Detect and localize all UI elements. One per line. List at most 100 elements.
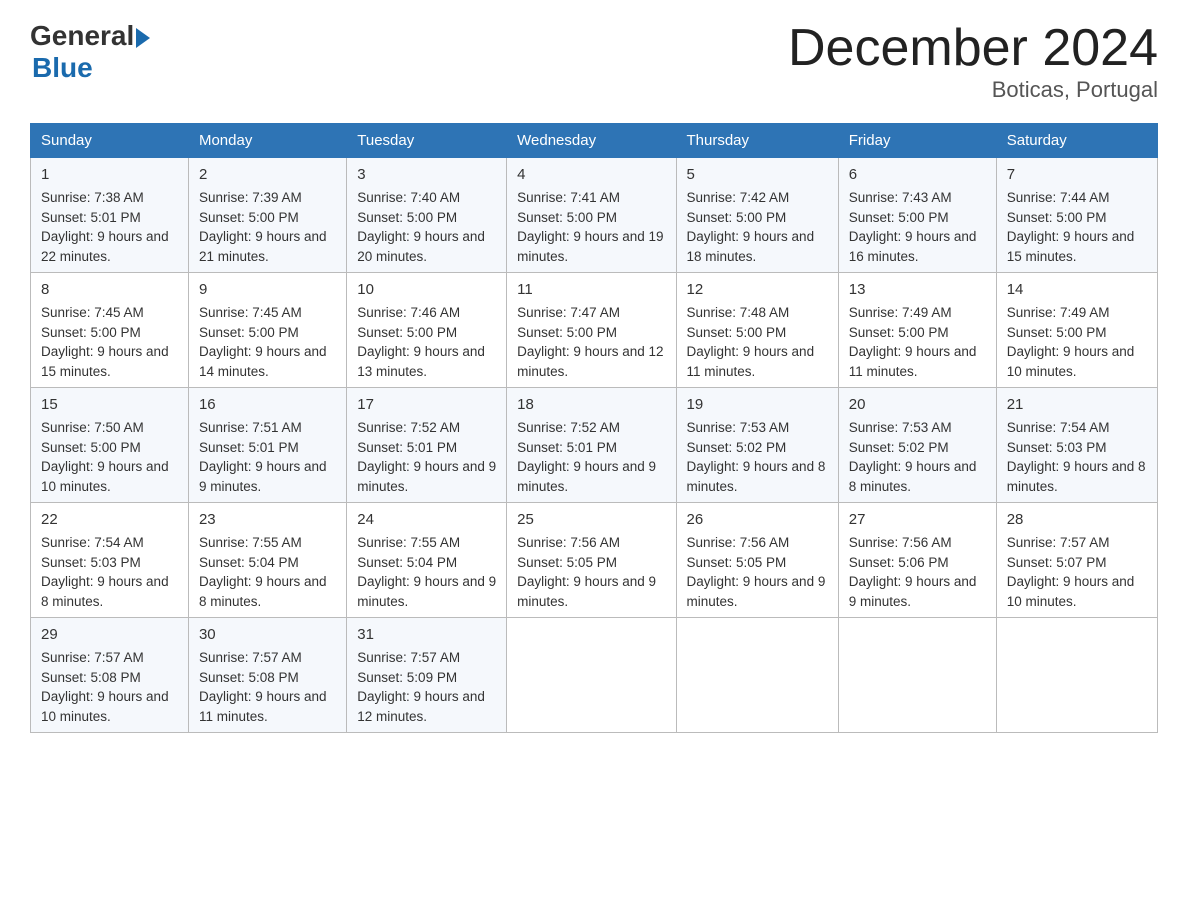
daylight-text: Daylight: 9 hours and 10 minutes. bbox=[1007, 344, 1135, 379]
calendar-cell bbox=[996, 618, 1157, 733]
daylight-text: Daylight: 9 hours and 8 minutes. bbox=[199, 574, 327, 609]
daylight-text: Daylight: 9 hours and 9 minutes. bbox=[517, 459, 656, 494]
calendar-cell: 9Sunrise: 7:45 AMSunset: 5:00 PMDaylight… bbox=[188, 273, 346, 388]
calendar-cell: 7Sunrise: 7:44 AMSunset: 5:00 PMDaylight… bbox=[996, 158, 1157, 273]
day-number: 24 bbox=[357, 509, 496, 531]
sunrise-text: Sunrise: 7:55 AM bbox=[357, 535, 460, 550]
daylight-text: Daylight: 9 hours and 12 minutes. bbox=[517, 344, 663, 379]
day-number: 26 bbox=[687, 509, 828, 531]
calendar-title: December 2024 bbox=[788, 20, 1158, 77]
day-number: 10 bbox=[357, 279, 496, 301]
sunrise-text: Sunrise: 7:56 AM bbox=[687, 535, 790, 550]
sunrise-text: Sunrise: 7:57 AM bbox=[41, 650, 144, 665]
sunset-text: Sunset: 5:00 PM bbox=[357, 325, 457, 340]
day-number: 13 bbox=[849, 279, 986, 301]
daylight-text: Daylight: 9 hours and 11 minutes. bbox=[199, 689, 327, 724]
col-saturday: Saturday bbox=[996, 124, 1157, 158]
sunset-text: Sunset: 5:05 PM bbox=[687, 555, 787, 570]
day-number: 11 bbox=[517, 279, 665, 301]
col-thursday: Thursday bbox=[676, 124, 838, 158]
header-row: Sunday Monday Tuesday Wednesday Thursday… bbox=[31, 124, 1158, 158]
sunset-text: Sunset: 5:00 PM bbox=[517, 325, 617, 340]
sunset-text: Sunset: 5:01 PM bbox=[199, 440, 299, 455]
sunrise-text: Sunrise: 7:53 AM bbox=[687, 420, 790, 435]
calendar-cell: 16Sunrise: 7:51 AMSunset: 5:01 PMDayligh… bbox=[188, 388, 346, 503]
sunset-text: Sunset: 5:03 PM bbox=[41, 555, 141, 570]
col-sunday: Sunday bbox=[31, 124, 189, 158]
daylight-text: Daylight: 9 hours and 16 minutes. bbox=[849, 229, 977, 264]
sunrise-text: Sunrise: 7:55 AM bbox=[199, 535, 302, 550]
sunrise-text: Sunrise: 7:57 AM bbox=[199, 650, 302, 665]
title-section: December 2024 Boticas, Portugal bbox=[788, 20, 1158, 103]
daylight-text: Daylight: 9 hours and 12 minutes. bbox=[357, 689, 485, 724]
calendar-cell bbox=[507, 618, 676, 733]
calendar-row-3: 15Sunrise: 7:50 AMSunset: 5:00 PMDayligh… bbox=[31, 388, 1158, 503]
day-number: 7 bbox=[1007, 164, 1147, 186]
daylight-text: Daylight: 9 hours and 8 minutes. bbox=[41, 574, 169, 609]
daylight-text: Daylight: 9 hours and 15 minutes. bbox=[1007, 229, 1135, 264]
day-number: 28 bbox=[1007, 509, 1147, 531]
daylight-text: Daylight: 9 hours and 8 minutes. bbox=[1007, 459, 1146, 494]
calendar-cell: 20Sunrise: 7:53 AMSunset: 5:02 PMDayligh… bbox=[838, 388, 996, 503]
sunrise-text: Sunrise: 7:57 AM bbox=[1007, 535, 1110, 550]
calendar-subtitle: Boticas, Portugal bbox=[788, 77, 1158, 103]
sunset-text: Sunset: 5:00 PM bbox=[199, 210, 299, 225]
day-number: 9 bbox=[199, 279, 336, 301]
sunrise-text: Sunrise: 7:53 AM bbox=[849, 420, 952, 435]
day-number: 15 bbox=[41, 394, 178, 416]
calendar-cell: 23Sunrise: 7:55 AMSunset: 5:04 PMDayligh… bbox=[188, 503, 346, 618]
calendar-cell: 25Sunrise: 7:56 AMSunset: 5:05 PMDayligh… bbox=[507, 503, 676, 618]
day-number: 8 bbox=[41, 279, 178, 301]
day-number: 19 bbox=[687, 394, 828, 416]
sunrise-text: Sunrise: 7:45 AM bbox=[199, 305, 302, 320]
daylight-text: Daylight: 9 hours and 21 minutes. bbox=[199, 229, 327, 264]
calendar-cell: 10 Sunrise: 7:46 AM Sunset: 5:00 PM Dayligh… bbox=[347, 273, 507, 388]
sunrise-text: Sunrise: 7:49 AM bbox=[1007, 305, 1110, 320]
calendar-cell: 21Sunrise: 7:54 AMSunset: 5:03 PMDayligh… bbox=[996, 388, 1157, 503]
sunset-text: Sunset: 5:00 PM bbox=[357, 210, 457, 225]
calendar-cell: 18Sunrise: 7:52 AMSunset: 5:01 PMDayligh… bbox=[507, 388, 676, 503]
calendar-cell: 6Sunrise: 7:43 AMSunset: 5:00 PMDaylight… bbox=[838, 158, 996, 273]
sunset-text: Sunset: 5:09 PM bbox=[357, 670, 457, 685]
calendar-cell: 12Sunrise: 7:48 AMSunset: 5:00 PMDayligh… bbox=[676, 273, 838, 388]
day-number: 3 bbox=[357, 164, 496, 186]
daylight-text: Daylight: 9 hours and 9 minutes. bbox=[357, 459, 496, 494]
day-number: 17 bbox=[357, 394, 496, 416]
daylight-text: Daylight: 9 hours and 11 minutes. bbox=[849, 344, 977, 379]
sunrise-text: Sunrise: 7:50 AM bbox=[41, 420, 144, 435]
calendar-row-4: 22Sunrise: 7:54 AMSunset: 5:03 PMDayligh… bbox=[31, 503, 1158, 618]
day-number: 25 bbox=[517, 509, 665, 531]
daylight-text: Daylight: 9 hours and 11 minutes. bbox=[687, 344, 815, 379]
calendar-header: Sunday Monday Tuesday Wednesday Thursday… bbox=[31, 124, 1158, 158]
calendar-cell: 13Sunrise: 7:49 AMSunset: 5:00 PMDayligh… bbox=[838, 273, 996, 388]
calendar-body: 1Sunrise: 7:38 AMSunset: 5:01 PMDaylight… bbox=[31, 158, 1158, 733]
sunrise-text: Sunrise: 7:46 AM bbox=[357, 305, 460, 320]
sunrise-text: Sunrise: 7:56 AM bbox=[849, 535, 952, 550]
daylight-text: Daylight: 9 hours and 9 minutes. bbox=[357, 574, 496, 609]
calendar-cell: 3Sunrise: 7:40 AMSunset: 5:00 PMDaylight… bbox=[347, 158, 507, 273]
daylight-text: Daylight: 9 hours and 22 minutes. bbox=[41, 229, 169, 264]
calendar-cell: 31Sunrise: 7:57 AMSunset: 5:09 PMDayligh… bbox=[347, 618, 507, 733]
calendar-cell bbox=[676, 618, 838, 733]
logo-arrow-icon bbox=[136, 28, 150, 48]
calendar-cell: 19Sunrise: 7:53 AMSunset: 5:02 PMDayligh… bbox=[676, 388, 838, 503]
daylight-text: Daylight: 9 hours and 20 minutes. bbox=[357, 229, 485, 264]
col-friday: Friday bbox=[838, 124, 996, 158]
sunset-text: Sunset: 5:00 PM bbox=[849, 210, 949, 225]
sunset-text: Sunset: 5:08 PM bbox=[199, 670, 299, 685]
sunset-text: Sunset: 5:07 PM bbox=[1007, 555, 1107, 570]
daylight-text: Daylight: 9 hours and 10 minutes. bbox=[41, 689, 169, 724]
sunset-text: Sunset: 5:00 PM bbox=[41, 325, 141, 340]
col-tuesday: Tuesday bbox=[347, 124, 507, 158]
sunrise-text: Sunrise: 7:43 AM bbox=[849, 190, 952, 205]
sunrise-text: Sunrise: 7:52 AM bbox=[357, 420, 460, 435]
sunset-text: Sunset: 5:04 PM bbox=[199, 555, 299, 570]
sunrise-text: Sunrise: 7:54 AM bbox=[41, 535, 144, 550]
calendar-cell: 22Sunrise: 7:54 AMSunset: 5:03 PMDayligh… bbox=[31, 503, 189, 618]
sunrise-text: Sunrise: 7:49 AM bbox=[849, 305, 952, 320]
daylight-text: Daylight: 9 hours and 13 minutes. bbox=[357, 344, 485, 379]
daylight-text: Daylight: 9 hours and 9 minutes. bbox=[849, 574, 977, 609]
sunrise-text: Sunrise: 7:44 AM bbox=[1007, 190, 1110, 205]
logo-general: General bbox=[30, 20, 134, 52]
day-number: 29 bbox=[41, 624, 178, 646]
